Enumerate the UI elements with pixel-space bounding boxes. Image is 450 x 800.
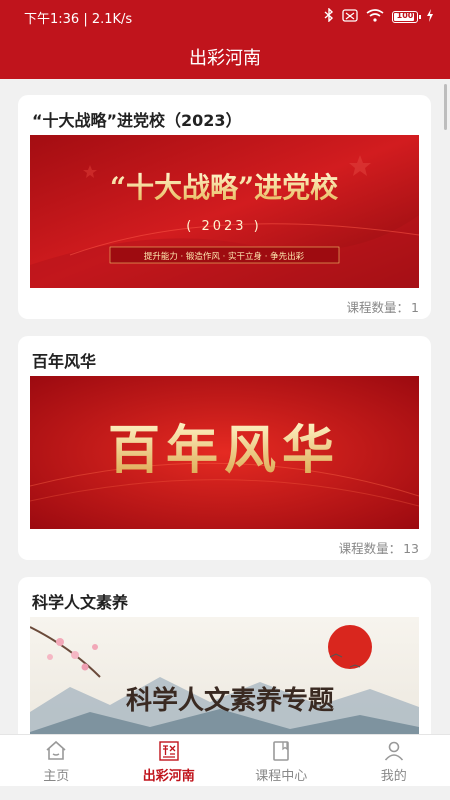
topic-card[interactable]: “十大战略”进党校（2023） “十大战略”进党校 ( 2023 ) 提升能力 … xyxy=(18,95,431,319)
user-icon xyxy=(384,741,403,761)
battery-level: 100 xyxy=(396,11,414,20)
banner-headline: 科学人文素养专题 xyxy=(126,685,334,716)
tab-mine[interactable]: 我的 xyxy=(338,735,450,787)
app-header: 出彩河南 xyxy=(0,34,450,79)
tab-course-center[interactable]: 课程中心 xyxy=(225,735,338,787)
topic-title: 科学人文素养 xyxy=(32,593,129,612)
course-count: 课程数量： 1 xyxy=(347,297,419,316)
course-count: 课程数量： 13 xyxy=(339,538,419,557)
charging-icon xyxy=(426,8,434,26)
course-count-label: 课程数量： xyxy=(346,300,410,315)
page-title: 出彩河南 xyxy=(189,47,261,69)
scrollbar[interactable] xyxy=(444,84,447,130)
bottom-tab-bar: 主页 出彩河南 课程中心 我的 xyxy=(0,734,450,787)
topic-title: “十大战略”进党校（2023） xyxy=(32,111,242,130)
tab-chucai-henan[interactable]: 出彩河南 xyxy=(113,735,226,787)
book-icon xyxy=(273,740,290,761)
topic-title: 百年风华 xyxy=(32,352,97,371)
status-time-speed: 下午1:36 | 2.1K/s xyxy=(24,11,133,27)
chucai-logo-icon xyxy=(159,740,179,761)
course-count-value: 13 xyxy=(403,541,419,556)
banner-year: ( 2023 ) xyxy=(186,219,262,234)
sim-icon xyxy=(342,8,358,26)
course-count-label: 课程数量： xyxy=(338,541,402,556)
topic-card[interactable]: 科学人文素养 科学人文素养专题 xyxy=(18,577,431,734)
system-nav-area xyxy=(0,786,450,800)
course-count-value: 1 xyxy=(411,300,419,315)
status-bar: 下午1:36 | 2.1K/s 100 xyxy=(0,0,450,34)
banner-slogan: 提升能力 · 锻造作风 · 实干立身 · 争先出彩 xyxy=(144,251,305,262)
topic-banner[interactable]: “十大战略”进党校 ( 2023 ) 提升能力 · 锻造作风 · 实干立身 · … xyxy=(30,135,419,288)
wifi-icon xyxy=(366,8,384,26)
topic-banner[interactable]: 百年风华 xyxy=(30,376,419,529)
status-icons: 100 xyxy=(324,7,434,26)
bluetooth-icon xyxy=(324,7,334,26)
battery-icon: 100 xyxy=(392,11,421,23)
tab-label: 出彩河南 xyxy=(142,768,195,784)
banner-headline: “十大战略”进党校 xyxy=(110,171,339,204)
home-icon xyxy=(46,740,66,760)
tab-home[interactable]: 主页 xyxy=(0,735,113,787)
topic-card[interactable]: 百年风华 百年风华 课程数量： 13 xyxy=(18,336,431,560)
tab-label: 课程中心 xyxy=(255,768,308,784)
tab-label: 主页 xyxy=(43,768,70,784)
banner-headline: 百年风华 xyxy=(108,420,340,481)
topic-banner[interactable]: 科学人文素养专题 xyxy=(30,617,419,734)
tab-label: 我的 xyxy=(380,768,407,784)
topic-list[interactable]: “十大战略”进党校（2023） “十大战略”进党校 ( 2023 ) 提升能力 … xyxy=(0,79,450,734)
